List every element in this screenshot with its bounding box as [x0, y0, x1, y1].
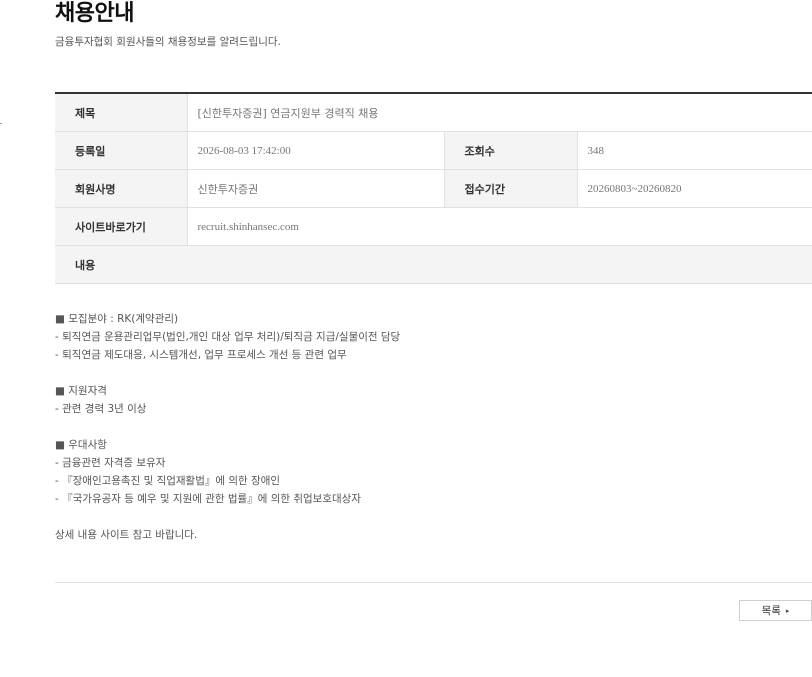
list-button[interactable]: 목록 ▸ — [739, 600, 812, 621]
company-label: 회원사명 — [55, 169, 187, 208]
side-marker — [0, 123, 2, 124]
site-row: 사이트바로가기 recruit.shinhansec.com — [55, 207, 812, 246]
list-button-label: 목록 — [761, 605, 781, 617]
job-info-table: 제목 [신한투자증권] 연금지원부 경력직 채용 등록일 2026-08-03 … — [55, 92, 812, 284]
content-line: ■ 지원자격 — [55, 385, 107, 397]
job-content: ■ 모집분야 : RK(계약관리) - 퇴직연금 운용관리업무(법인,개인 대상… — [55, 300, 812, 583]
content-line: - 퇴직연금 제도대응, 시스템개선, 업무 프로세스 개선 등 관련 업무 — [55, 349, 347, 361]
content-line: - 퇴직연금 운용관리업무(법인,개인 대상 업무 처리)/퇴직금 지급/실물이… — [55, 331, 401, 343]
content-line: - 금융관련 자격증 보유자 — [55, 457, 166, 469]
content-line: - 관련 경력 3년 이상 — [55, 403, 147, 415]
date-label: 등록일 — [55, 131, 187, 170]
company-value: 신한투자증권 — [186, 169, 444, 208]
content-line: ■ 모집분야 : RK(계약관리) — [55, 313, 179, 325]
date-value: 2026-08-03 17:42:00 — [186, 131, 444, 170]
content-row: 내용 — [55, 245, 812, 284]
content-line: 상세 내용 사이트 참고 바랍니다. — [55, 529, 198, 541]
title-value: [신한투자증권] 연금지원부 경력직 채용 — [186, 93, 812, 132]
title-label: 제목 — [55, 93, 187, 132]
period-label: 접수기간 — [443, 169, 577, 208]
page-subtitle: 금융투자협회 회원사들의 채용정보를 알려드립니다. — [55, 36, 281, 48]
page-title: 채용안내 — [55, 1, 134, 26]
views-value: 348 — [576, 131, 812, 170]
content-line: - 『장애인고용촉진 및 직업재활법』에 의한 장애인 — [55, 475, 281, 487]
arrow-right-icon: ▸ — [785, 606, 790, 615]
site-label: 사이트바로가기 — [55, 207, 187, 246]
period-value: 20260803~20260820 — [576, 169, 812, 208]
title-row: 제목 [신한투자증권] 연금지원부 경력직 채용 — [55, 93, 812, 132]
content-label: 내용 — [55, 245, 812, 284]
content-line: ■ 우대사항 — [55, 439, 107, 451]
views-label: 조회수 — [443, 131, 577, 170]
site-link[interactable]: recruit.shinhansec.com — [186, 207, 812, 246]
date-row: 등록일 2026-08-03 17:42:00 조회수 348 — [55, 131, 812, 170]
company-row: 회원사명 신한투자증권 접수기간 20260803~20260820 — [55, 169, 812, 208]
content-line: - 『국가유공자 등 예우 및 지원에 관한 법률』에 의한 취업보호대상자 — [55, 493, 361, 505]
